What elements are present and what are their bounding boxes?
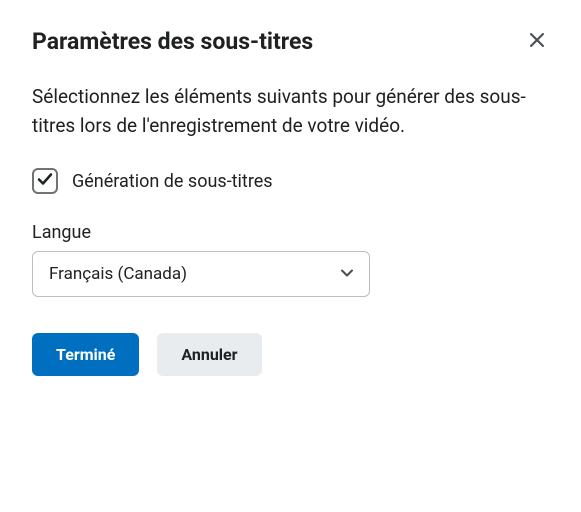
generate-captions-checkbox[interactable] [32, 168, 58, 194]
close-button[interactable] [525, 28, 549, 55]
close-icon [529, 32, 545, 51]
dialog-description: Sélectionnez les éléments suivants pour … [32, 83, 549, 140]
checkmark-icon [37, 171, 53, 191]
done-button[interactable]: Terminé [32, 333, 139, 376]
button-row: Terminé Annuler [32, 333, 549, 376]
dialog-title: Paramètres des sous-titres [32, 28, 313, 55]
checkbox-row: Génération de sous-titres [32, 168, 549, 194]
cancel-button[interactable]: Annuler [157, 333, 261, 376]
checkbox-label: Génération de sous-titres [72, 171, 273, 192]
language-select-wrapper: Français (Canada) [32, 251, 370, 297]
language-label: Langue [32, 222, 549, 243]
dialog-header: Paramètres des sous-titres [32, 28, 549, 55]
language-select[interactable]: Français (Canada) [32, 251, 370, 297]
